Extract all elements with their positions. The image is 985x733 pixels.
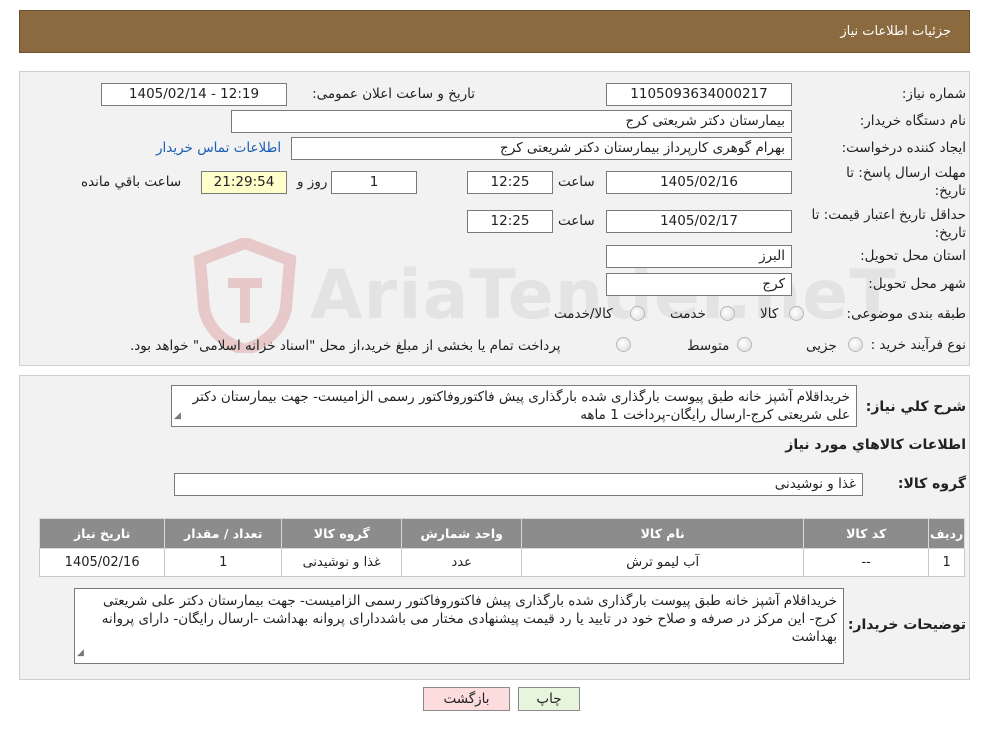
goods-table: ردیف کد کالا نام کالا واحد شمارش گروه کا… (38, 518, 965, 577)
col-name: نام کالا (521, 518, 805, 549)
deadline-label-2: تاریخ: (934, 183, 966, 199)
cell-qty: 1 (164, 548, 283, 577)
remaining-time-field: 21:29:54 (201, 171, 287, 194)
cell-date: 1405/02/16 (38, 548, 166, 577)
category-goods-label: کالا (760, 306, 779, 322)
table-row: 1 -- آب لیمو ترش عدد غذا و نوشیدنی 1 140… (38, 548, 965, 577)
process-radio-medium[interactable] (737, 337, 752, 352)
cell-group: غذا و نوشیدنی (281, 548, 403, 577)
general-description-field[interactable]: خریداقلام آشپز خانه طبق پیوست بارگذاری ش… (171, 385, 857, 427)
category-radio-service[interactable] (720, 306, 735, 321)
validity-label: حداقل تاریخ اعتبار قیمت: تا (811, 207, 966, 223)
need-number-label: شماره نیاز: (901, 86, 966, 102)
cell-name: آب لیمو ترش (521, 548, 805, 577)
deadline-label: مهلت ارسال پاسخ: تا (846, 165, 966, 181)
general-description-text: خریداقلام آشپز خانه طبق پیوست بارگذاری ش… (192, 389, 850, 423)
cell-code: -- (803, 548, 930, 577)
announce-label: تاریخ و ساعت اعلان عمومی: (312, 86, 475, 102)
deadline-time-field: 12:25 (467, 171, 553, 194)
validity-time-field: 12:25 (467, 210, 553, 233)
goods-group-field: غذا و نوشیدنی (174, 473, 863, 496)
requester-label: ایجاد کننده درخواست: (841, 140, 966, 156)
goods-group-label: گروه کالا: (897, 476, 966, 492)
category-goods-service-label: کالا/خدمت (554, 306, 613, 322)
buyer-notes-text: خریداقلام آشپز خانه طبق پیوست بارگذاری ش… (101, 593, 837, 645)
requester-field: بهرام گوهری کارپرداز بیمارستان دکتر شریع… (291, 137, 792, 160)
back-button[interactable]: بازگشت (423, 687, 510, 711)
category-radio-goods[interactable] (789, 306, 804, 321)
days-label: روز و (297, 174, 328, 190)
city-label: شهر محل تحویل: (868, 276, 966, 292)
cell-unit: عدد (401, 548, 523, 577)
process-medium-label: متوسط (687, 338, 730, 354)
process-note: پرداخت تمام یا بخشی از مبلغ خرید،از محل … (130, 338, 561, 354)
general-description-label: شرح کلي نياز: (865, 399, 966, 415)
page-header: جزئیات اطلاعات نیاز (19, 10, 970, 53)
need-number-field: 1105093634000217 (606, 83, 792, 106)
validity-date-field: 1405/02/17 (606, 210, 792, 233)
process-radio-partial[interactable] (848, 337, 863, 352)
buyer-org-field: بیمارستان دکتر شریعتی کرج (231, 110, 792, 133)
col-date: تاریخ نیاز (38, 518, 166, 549)
contact-info-link[interactable]: اطلاعات تماس خریدار (156, 140, 281, 156)
category-label: طبقه بندی موضوعی: (846, 306, 966, 322)
process-radio-treasury[interactable] (616, 337, 631, 352)
col-qty: تعداد / مقدار (164, 518, 283, 549)
resize-handle-icon[interactable]: ◢ (174, 407, 181, 425)
validity-time-label: ساعت (558, 213, 595, 229)
goods-section-title: اطلاعات کالاهاي مورد نياز (785, 437, 966, 453)
page-title: جزئیات اطلاعات نیاز (840, 24, 951, 39)
province-field: البرز (606, 245, 792, 268)
col-unit: واحد شمارش (401, 518, 523, 549)
buyer-org-label: نام دستگاه خریدار: (859, 113, 966, 129)
buyer-notes-field[interactable]: خریداقلام آشپز خانه طبق پیوست بارگذاری ش… (74, 588, 844, 664)
city-field: کرج (606, 273, 792, 296)
deadline-time-label: ساعت (558, 174, 595, 190)
category-service-label: خدمت (670, 306, 706, 322)
announce-field: 1405/02/14 - 12:19 (101, 83, 287, 106)
resize-handle-icon[interactable]: ◢ (77, 644, 84, 662)
validity-label-2: تاریخ: (934, 225, 966, 241)
days-field: 1 (331, 171, 417, 194)
buyer-notes-label: توضیحات خریدار: (847, 617, 966, 633)
process-partial-label: جزیی (806, 338, 837, 354)
col-group: گروه کالا (281, 518, 403, 549)
col-row: ردیف (928, 518, 965, 549)
province-label: استان محل تحویل: (860, 248, 966, 264)
remaining-label: ساعت باقي مانده (81, 174, 182, 190)
goods-table-header: ردیف کد کالا نام کالا واحد شمارش گروه کا… (38, 518, 965, 549)
print-button[interactable]: چاپ (518, 687, 580, 711)
category-radio-goods-service[interactable] (630, 306, 645, 321)
deadline-date-field: 1405/02/16 (606, 171, 792, 194)
cell-row: 1 (928, 548, 965, 577)
process-label: نوع فرآیند خرید : (870, 337, 966, 353)
col-code: کد کالا (803, 518, 930, 549)
